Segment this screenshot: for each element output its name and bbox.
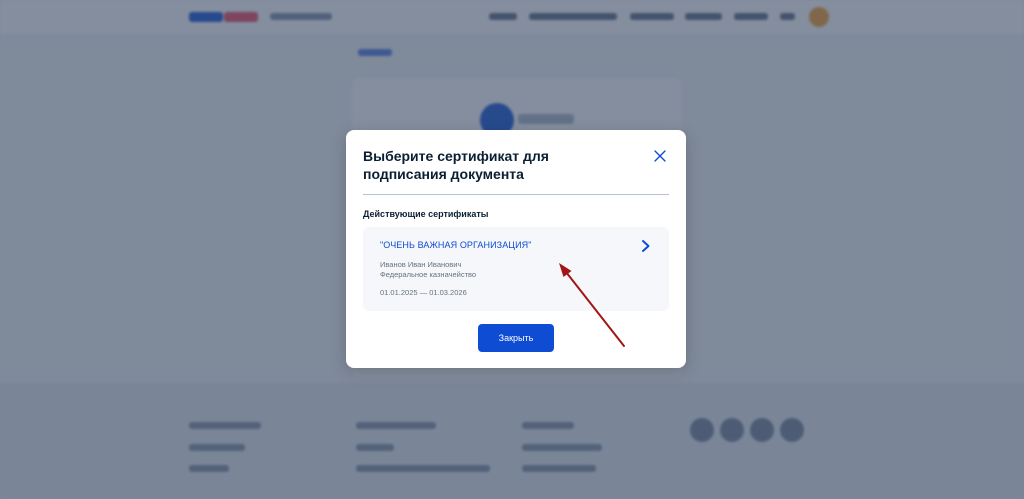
close-icon-glyph xyxy=(654,150,666,162)
certificate-issuer: Федеральное казначейство xyxy=(380,270,477,279)
certificate-holder: Иванов Иван Иванович xyxy=(380,260,462,269)
certificate-item[interactable]: "ОЧЕНЬ ВАЖНАЯ ОРГАНИЗАЦИЯ" Иванов Иван И… xyxy=(363,227,669,311)
certificate-validity: 01.01.2025 — 01.03.2026 xyxy=(380,288,467,297)
certificate-dialog: Выберите сертификат для подписания докум… xyxy=(346,130,686,368)
certificate-organization: "ОЧЕНЬ ВАЖНАЯ ОРГАНИЗАЦИЯ" xyxy=(380,240,532,250)
dialog-title: Выберите сертификат для подписания докум… xyxy=(363,148,549,182)
section-label: Действующие сертификаты xyxy=(363,209,489,219)
divider xyxy=(363,194,669,195)
close-button[interactable]: Закрыть xyxy=(478,324,554,352)
close-icon[interactable] xyxy=(651,147,669,165)
chevron-right-icon xyxy=(642,240,650,252)
